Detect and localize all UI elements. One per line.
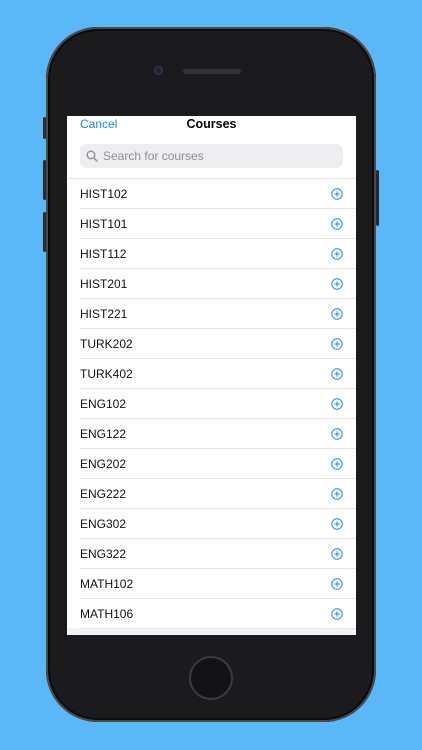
- course-list: HIST102 HIST101 HIST112 HIST201 HIST221 TURK2…: [67, 178, 356, 629]
- courses-sheet: Cancel Courses HIST102HIST101HIST112HIST…: [67, 116, 356, 629]
- list-item[interactable]: HIST221: [67, 299, 356, 329]
- list-item[interactable]: MATH106: [67, 599, 356, 629]
- search-input[interactable]: [103, 149, 333, 163]
- plus-circle-icon[interactable]: [331, 608, 343, 620]
- course-code: ENG102: [80, 397, 127, 411]
- side-button-volume-up: [43, 160, 46, 200]
- side-button-power: [376, 170, 379, 226]
- plus-circle-icon[interactable]: [331, 398, 343, 410]
- search-bar[interactable]: [80, 144, 343, 168]
- plus-circle-icon[interactable]: [331, 488, 343, 500]
- list-item[interactable]: TURK402: [67, 359, 356, 389]
- list-item[interactable]: HIST201: [67, 269, 356, 299]
- course-code: HIST101: [80, 217, 128, 231]
- list-item[interactable]: HIST102: [67, 179, 356, 209]
- side-button-volume-down: [43, 212, 46, 252]
- plus-circle-icon[interactable]: [331, 518, 343, 530]
- plus-circle-icon[interactable]: [331, 428, 343, 440]
- course-code: ENG122: [80, 427, 127, 441]
- course-code: ENG302: [80, 517, 127, 531]
- plus-circle-icon[interactable]: [331, 578, 343, 590]
- course-code: HIST102: [80, 187, 128, 201]
- course-code: ENG222: [80, 487, 127, 501]
- list-item[interactable]: HIST101: [67, 209, 356, 239]
- list-item[interactable]: ENG122: [67, 419, 356, 449]
- list-item[interactable]: ENG202: [67, 449, 356, 479]
- front-camera: [154, 66, 163, 75]
- course-code: MATH102: [80, 577, 134, 591]
- list-item[interactable]: MATH102: [67, 569, 356, 599]
- list-item[interactable]: TURK202: [67, 329, 356, 359]
- side-button-mute: [43, 117, 46, 139]
- list-item[interactable]: ENG322: [67, 539, 356, 569]
- list-item[interactable]: ENG222: [67, 479, 356, 509]
- list-item[interactable]: ENG302: [67, 509, 356, 539]
- course-code: HIST201: [80, 277, 128, 291]
- list-item[interactable]: ENG102: [67, 389, 356, 419]
- plus-circle-icon[interactable]: [331, 338, 343, 350]
- list-item[interactable]: HIST112: [67, 239, 356, 269]
- home-button[interactable]: [189, 656, 233, 700]
- course-code: ENG202: [80, 457, 127, 471]
- plus-circle-icon[interactable]: [331, 368, 343, 380]
- plus-circle-icon[interactable]: [331, 458, 343, 470]
- plus-circle-icon[interactable]: [331, 218, 343, 230]
- search-icon: [86, 150, 98, 162]
- plus-circle-icon[interactable]: [331, 188, 343, 200]
- course-code: HIST112: [80, 247, 127, 261]
- course-code: HIST221: [80, 307, 128, 321]
- page-title: Courses: [186, 117, 237, 131]
- earpiece-speaker: [183, 69, 241, 74]
- screen: Cancel Courses HIST102HIST101HIST112HIST…: [67, 116, 356, 635]
- plus-circle-icon[interactable]: [331, 248, 343, 260]
- course-code: TURK402: [80, 367, 133, 381]
- plus-circle-icon[interactable]: [331, 548, 343, 560]
- course-code: ENG322: [80, 547, 127, 561]
- course-code: TURK202: [80, 337, 133, 351]
- plus-circle-icon[interactable]: [331, 308, 343, 320]
- course-code: MATH106: [80, 607, 134, 621]
- plus-circle-icon[interactable]: [331, 278, 343, 290]
- nav-bar: Cancel Courses: [67, 116, 356, 138]
